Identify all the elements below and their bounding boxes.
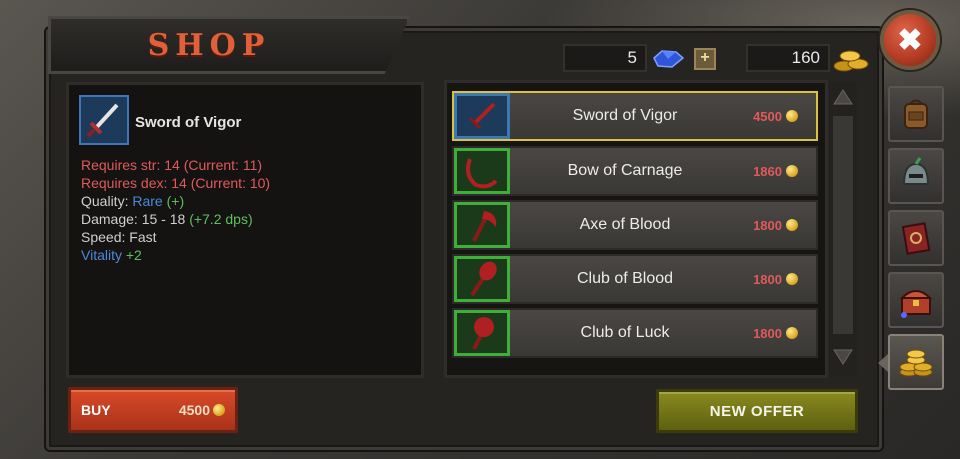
stat-damage-extra: (+7.2 dps) [189, 211, 253, 227]
list-item-price: 1800 [753, 202, 798, 248]
selected-item-thumbnail [79, 95, 129, 145]
gem-icon [653, 50, 685, 68]
buy-price-value: 4500 [178, 402, 210, 418]
list-item-price-value: 1800 [753, 217, 782, 233]
list-item-thumbnail [454, 148, 510, 194]
list-item-price: 1800 [753, 256, 798, 302]
spellbook-icon [901, 222, 931, 255]
shop-title-plate: SHOP [48, 16, 410, 74]
shop-title: SHOP [147, 27, 271, 63]
gem-count: 5 [627, 48, 637, 67]
gem-counter: 5 [563, 44, 647, 72]
list-item-thumbnail [454, 202, 510, 248]
stat-damage-label: Damage: 15 - 18 [81, 211, 186, 227]
tab-gold-shop[interactable] [888, 334, 944, 390]
tab-spellbook[interactable] [888, 210, 944, 266]
stat-vitality-value: +2 [125, 247, 142, 263]
stat-vitality-label: Vitality [81, 247, 122, 263]
coin-stack-icon [899, 349, 933, 377]
gold-counter: 160 [746, 44, 830, 72]
stat-vitality: Vitality +2 [81, 246, 270, 264]
stat-quality-value: Rare [132, 193, 163, 209]
close-button[interactable]: ✖ [880, 10, 940, 70]
stat-damage: Damage: 15 - 18 (+7.2 dps) [81, 210, 270, 228]
buy-price: 4500 [179, 402, 225, 418]
list-item-price-value: 1800 [753, 271, 782, 287]
treasure-chest-icon [899, 290, 933, 318]
club-icon [472, 317, 494, 350]
stat-quality-label: Quality: [81, 193, 129, 209]
coin-icon [786, 165, 798, 177]
buy-gems-button[interactable]: + [694, 48, 716, 70]
helmet-icon [902, 157, 930, 185]
list-item[interactable]: Bow of Carnage 1860 [452, 146, 818, 196]
scrollbar-thumb[interactable] [833, 116, 853, 334]
bow-icon [466, 158, 498, 189]
coin-icon [786, 219, 798, 231]
triangle-down-icon [833, 349, 853, 365]
list-item[interactable]: Club of Blood 1800 [452, 254, 818, 304]
new-offer-button[interactable]: NEW OFFER [656, 389, 858, 433]
list-item[interactable]: Club of Luck 1800 [452, 308, 818, 358]
list-item-thumbnail [454, 256, 510, 302]
coin-icon [786, 327, 798, 339]
list-item-name: Sword of Vigor [572, 107, 678, 124]
stat-quality-extra: (+) [166, 193, 185, 209]
list-item[interactable]: Sword of Vigor 4500 [452, 91, 818, 141]
list-item-price: 4500 [753, 93, 798, 139]
list-item-price-value: 1800 [753, 325, 782, 341]
list-item-name: Club of Luck [580, 324, 670, 341]
gold-coins-icon [833, 50, 869, 72]
list-item-name: Club of Blood [576, 270, 674, 287]
scroll-down-button[interactable] [832, 346, 854, 368]
backpack-icon [904, 99, 928, 129]
stat-requires-str: Requires str: 14 (Current: 11) [81, 157, 263, 173]
list-item-thumbnail [454, 310, 510, 356]
tab-backpack[interactable] [888, 86, 944, 142]
list-item[interactable]: Axe of Blood 1800 [452, 200, 818, 250]
buy-button[interactable]: BUY 4500 [68, 387, 238, 433]
sword-icon [86, 103, 119, 138]
tab-treasure[interactable] [888, 272, 944, 328]
list-item-price: 1800 [753, 310, 798, 356]
coin-icon [213, 404, 225, 416]
list-item-thumbnail [454, 93, 510, 139]
scroll-up-button[interactable] [832, 86, 854, 108]
tab-equipment[interactable] [888, 148, 944, 204]
active-tab-pointer [878, 354, 888, 372]
list-item-price: 1860 [753, 148, 798, 194]
gold-count: 160 [791, 48, 820, 67]
stat-quality: Quality: Rare (+) [81, 192, 270, 210]
sword-icon [468, 102, 496, 130]
axe-icon [472, 211, 497, 242]
buy-label: BUY [81, 402, 111, 418]
list-item-price-value: 4500 [753, 108, 782, 124]
list-item-name: Axe of Blood [579, 216, 671, 233]
stat-speed: Speed: Fast [81, 229, 157, 245]
item-stats: Requires str: 14 (Current: 11) Requires … [81, 156, 270, 264]
triangle-up-icon [833, 89, 853, 105]
coin-icon [786, 273, 798, 285]
selected-item-name: Sword of Vigor [135, 114, 242, 131]
stat-requires-dex: Requires dex: 14 (Current: 10) [81, 175, 271, 191]
coin-icon [786, 110, 798, 122]
list-item-name: Bow of Carnage [567, 162, 683, 179]
club-icon [470, 261, 497, 297]
list-item-price-value: 1860 [753, 163, 782, 179]
